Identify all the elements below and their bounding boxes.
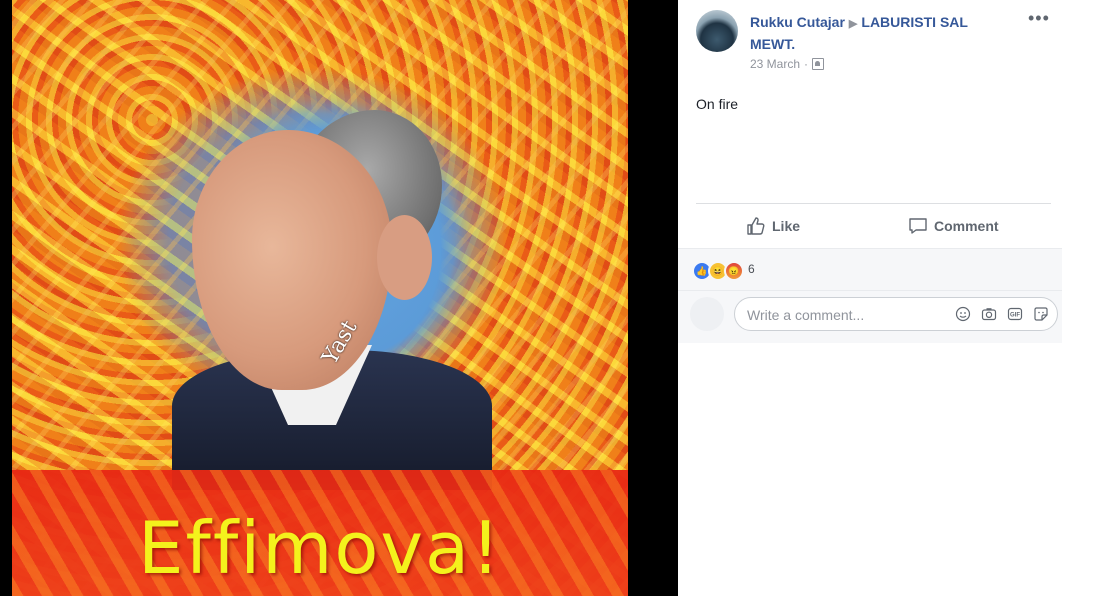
gif-icon[interactable]: GIF (1007, 306, 1023, 322)
post-header: Rukku Cutajar ▶ LABURISTI SAL MEWT. (750, 12, 1010, 54)
photo-viewer: Yast Effimova! (0, 0, 678, 596)
reactions-summary[interactable]: 👍 😆 😠 6 (678, 248, 1062, 291)
post-text: On fire (696, 96, 739, 112)
comment-box: GIF (734, 297, 1058, 332)
comment-label: Comment (934, 218, 999, 234)
comment-composer: GIF (678, 290, 1062, 343)
more-options-button[interactable]: ••• (1028, 8, 1050, 29)
sticker-icon[interactable] (1033, 306, 1049, 322)
comment-bubble-icon (909, 218, 927, 234)
comment-button[interactable]: Comment (908, 216, 999, 236)
author-name[interactable]: Rukku Cutajar (750, 14, 845, 30)
thumbs-up-icon (747, 217, 765, 235)
reaction-count[interactable]: 6 (748, 262, 755, 276)
action-bar: Like Comment (696, 203, 1051, 248)
comment-input[interactable] (745, 298, 949, 332)
image-caption: Effimova! (138, 506, 502, 590)
post-meta: 23 March · (750, 57, 825, 71)
angry-reaction-icon: 😠 (724, 261, 744, 281)
audience-icon[interactable] (812, 58, 825, 70)
author-avatar[interactable] (696, 10, 738, 52)
triangle-right-icon: ▶ (848, 18, 858, 30)
meta-separator: · (804, 57, 809, 71)
reaction-icons: 👍 😆 😠 (692, 261, 744, 281)
post-date[interactable]: 23 March (750, 57, 800, 71)
like-button[interactable]: Like (746, 216, 800, 236)
ear (377, 215, 432, 300)
post-panel: Rukku Cutajar ▶ LABURISTI SAL MEWT. 23 Mar… (678, 0, 1062, 596)
face (192, 130, 392, 390)
portrait (172, 110, 492, 490)
camera-icon[interactable] (981, 306, 997, 322)
post-photo[interactable]: Yast Effimova! (12, 0, 628, 596)
emoji-icon[interactable] (955, 306, 971, 322)
svg-text:GIF: GIF (1010, 313, 1020, 319)
viewer-avatar (690, 297, 724, 331)
like-label: Like (772, 218, 801, 234)
